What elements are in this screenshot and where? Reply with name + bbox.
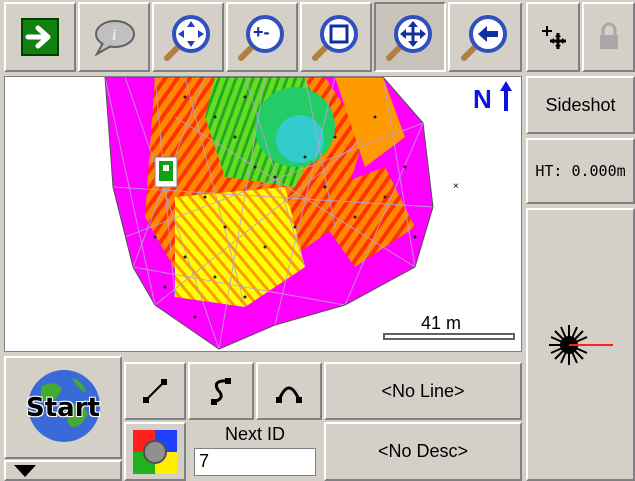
start-label: Start: [26, 392, 100, 423]
next-id-input[interactable]: 7: [194, 448, 316, 476]
zoom-previous-icon: [461, 15, 507, 61]
triangle-down-icon: [14, 464, 36, 477]
zoom-extents-button[interactable]: [152, 2, 224, 72]
sideshot-button[interactable]: Sideshot: [526, 76, 635, 134]
color-layer-icon: [133, 429, 177, 474]
laser-shot-icon: [548, 324, 613, 365]
ht-label: HT: 0.000m: [535, 162, 626, 180]
svg-text:i: i: [112, 27, 116, 44]
pan-icon: [386, 15, 432, 61]
map-view[interactable]: × N 41 m: [4, 76, 522, 352]
surface-triangulation-map: ×: [104, 77, 459, 350]
line-select-button[interactable]: <No Line>: [324, 362, 522, 420]
crosshair-point-icon: [542, 26, 566, 49]
scale-label: 41 m: [421, 313, 462, 333]
zoom-extents-icon: [164, 15, 210, 61]
description-select-button[interactable]: <No Desc>: [324, 422, 522, 481]
ht-button[interactable]: HT: 0.000m: [526, 138, 635, 204]
north-arrow-icon: [500, 81, 513, 111]
curve-tool-button[interactable]: [188, 362, 254, 420]
line-select-label: <No Line>: [381, 380, 465, 401]
zoom-in-out-icon: +-: [238, 15, 284, 61]
north-label: N: [473, 84, 492, 114]
arc-tool-button[interactable]: [256, 362, 322, 420]
zoom-window-button[interactable]: [300, 2, 372, 72]
zoom-window-icon: [312, 15, 358, 61]
line-tool-button[interactable]: [124, 362, 186, 420]
svg-text:+-: +-: [253, 22, 270, 42]
description-select-label: <No Desc>: [377, 441, 469, 461]
north-indicator: N: [473, 81, 513, 115]
start-button[interactable]: Start: [4, 356, 122, 459]
layer-color-button[interactable]: [124, 422, 186, 481]
start-menu-dropdown[interactable]: [4, 460, 122, 481]
arc-icon: [276, 386, 302, 403]
shoot-button[interactable]: [526, 208, 635, 481]
info-balloon-icon: i: [94, 20, 135, 57]
svg-text:×: ×: [453, 181, 459, 192]
instrument-position-icon: [154, 156, 178, 188]
next-id-label: Next ID: [224, 424, 285, 444]
sideshot-label: Sideshot: [545, 94, 616, 115]
exit-button[interactable]: [4, 2, 76, 72]
lock-icon: [599, 22, 618, 49]
crosshair-point-button[interactable]: [526, 2, 580, 72]
zoom-in-out-button[interactable]: +-: [226, 2, 298, 72]
pan-button[interactable]: [374, 2, 446, 72]
arrow-right-icon: [21, 18, 59, 56]
info-button[interactable]: i: [78, 2, 150, 72]
lock-button[interactable]: [582, 2, 635, 72]
straight-line-icon: [143, 379, 167, 403]
spline-curve-icon: [211, 378, 231, 405]
scale-bar: [383, 333, 515, 340]
zoom-previous-button[interactable]: [448, 2, 522, 72]
